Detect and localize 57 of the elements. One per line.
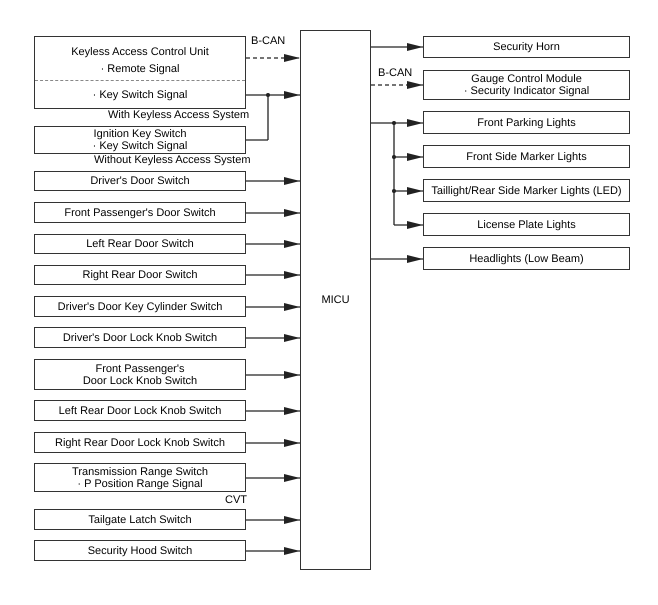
connector-arrow (246, 177, 300, 185)
block-label: Front Side Marker Lights (466, 150, 587, 162)
connector-arrow (394, 187, 423, 195)
block-label: Gauge Control Module (471, 73, 582, 85)
block-label: · P Position Range Signal (77, 478, 203, 490)
variant-note: Without Keyless Access System (94, 154, 250, 166)
block-label: Right Rear Door Switch (82, 269, 198, 281)
bus-arrow (371, 81, 423, 89)
block-label: · Key Switch Signal (92, 88, 188, 100)
connector-arrow (246, 439, 300, 447)
variant-note: CVT (225, 494, 247, 506)
connector-arrow (371, 119, 423, 127)
connector-arrow (246, 334, 300, 342)
connector-arrow (246, 209, 300, 217)
connector-arrow (246, 271, 300, 279)
block-label: MICU (321, 294, 350, 306)
bus-arrow (246, 54, 300, 62)
block-label: Driver's Door Switch (90, 175, 190, 187)
block-label: Left Rear Door Switch (86, 238, 194, 250)
block-label: Transmission Range Switch (72, 466, 208, 478)
block-label: Driver's Door Key Cylinder Switch (58, 300, 222, 312)
junction-dot (392, 155, 396, 159)
connector-arrow (371, 255, 423, 263)
block-label: Ignition Key Switch (94, 128, 186, 140)
connector-arrow (246, 407, 300, 415)
block-label: Driver's Door Lock Knob Switch (62, 332, 218, 344)
block-label: Front Passenger's Door Switch (64, 206, 216, 218)
block-label: Keyless Access Control Unit (71, 46, 209, 58)
block-label: · Key Switch Signal (92, 140, 188, 152)
block-label: · Remote Signal (100, 62, 180, 74)
block-label: License Plate Lights (477, 218, 576, 230)
connector-arrow (246, 303, 300, 311)
bus-label: B-CAN (378, 67, 412, 79)
block-label: Left Rear Door Lock Knob Switch (58, 404, 222, 416)
connector-arrow (246, 371, 300, 379)
block-label: Right Rear Door Lock Knob Switch (55, 436, 225, 448)
block-label: Security Horn (493, 41, 560, 53)
junction-dot (266, 93, 270, 97)
connector-arrow (394, 153, 423, 161)
block-label: Taillight/Rear Side Marker Lights (LED) (431, 184, 622, 196)
block-label: Front Passenger's Door Lock Knob Switch (82, 362, 198, 386)
connector-arrow (246, 240, 300, 248)
block-label: Security Hood Switch (88, 544, 192, 556)
connector-arrow (394, 221, 423, 229)
junction-dot (392, 189, 396, 193)
connector-arrow (246, 516, 300, 524)
block-label: Front Parking Lights (477, 116, 576, 128)
variant-note: With Keyless Access System (108, 109, 250, 121)
connector-arrow (246, 547, 300, 555)
junction-dot (392, 121, 396, 125)
block-label: Headlights (Low Beam) (469, 252, 584, 264)
connector-arrow (246, 474, 300, 482)
block-label: Tailgate Latch Switch (88, 514, 192, 526)
block-label: · Security Indicator Signal (464, 85, 590, 97)
connector-arrow (371, 43, 423, 51)
connector-arrow (246, 91, 300, 99)
bus-label: B-CAN (251, 35, 286, 47)
